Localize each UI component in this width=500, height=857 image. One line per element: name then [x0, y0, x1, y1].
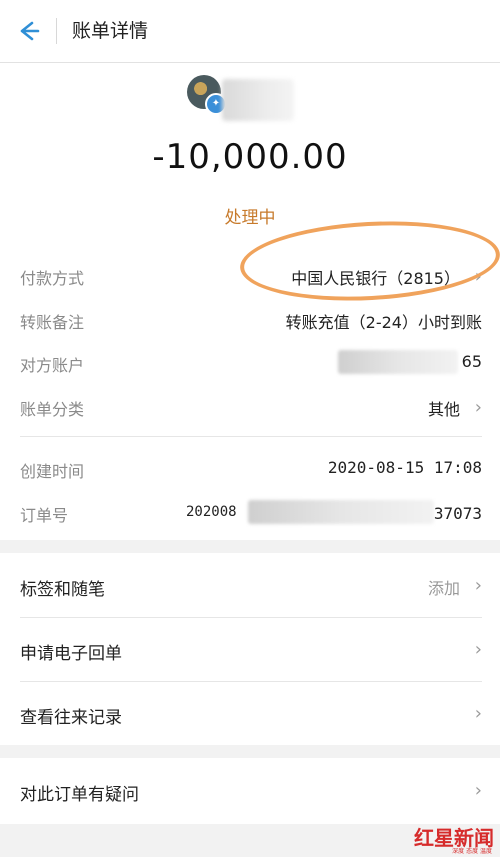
chevron-right-icon: › [474, 703, 482, 724]
order-number-prefix: 202008 [186, 504, 237, 520]
watermark-slogan: 深度 态度 温度 [452, 848, 492, 855]
row-order-number[interactable]: 订单号 202008 37073 [20, 498, 482, 528]
row-label: 对方账户 [20, 356, 85, 375]
category-value: 其他 [427, 400, 460, 419]
row-label: 账单分类 [20, 400, 85, 419]
order-question-item[interactable]: 对此订单有疑问 › [20, 776, 482, 806]
chevron-right-icon: › [474, 397, 482, 418]
row-category[interactable]: 账单分类 其他 › [20, 392, 482, 422]
actions-card: 标签和随笔 添加 › 申请电子回单 › 查看往来记录 › [0, 553, 500, 745]
question-card: 对此订单有疑问 › [0, 758, 500, 824]
chevron-right-icon: › [474, 575, 482, 596]
payee-name-redacted [222, 79, 294, 121]
account-redacted [338, 350, 458, 374]
counterparty-value: 65 [461, 352, 482, 371]
app-header: 账单详情 [0, 0, 500, 63]
section-divider [20, 436, 482, 437]
item-label: 申请电子回单 [20, 644, 122, 664]
created-time-value: 2020-08-15 17:08 [327, 458, 482, 477]
item-divider [20, 681, 482, 682]
page-title: 账单详情 [72, 20, 149, 42]
transfer-note-value: 转账充值（2-24）小时到账 [285, 313, 482, 332]
chevron-right-icon: › [474, 780, 482, 801]
row-created-time: 创建时间 2020-08-15 17:08 [20, 454, 482, 484]
row-counterparty: 对方账户 65 [20, 348, 482, 378]
chevron-right-icon: › [474, 639, 482, 660]
bill-amount: -10,000.00 [152, 137, 348, 177]
order-number-redacted [248, 500, 434, 524]
tags-notes-item[interactable]: 标签和随笔 添加 › [20, 571, 482, 601]
row-transfer-note: 转账备注 转账充值（2-24）小时到账 [20, 305, 482, 335]
back-button[interactable] [12, 15, 44, 47]
row-label: 创建时间 [20, 462, 85, 481]
add-label: 添加 [427, 579, 460, 598]
item-label: 标签和随笔 [20, 580, 105, 600]
row-label: 订单号 [20, 506, 69, 525]
item-divider [20, 617, 482, 618]
order-number-suffix: 37073 [433, 504, 482, 523]
history-item[interactable]: 查看往来记录 › [20, 699, 482, 729]
e-receipt-item[interactable]: 申请电子回单 › [20, 635, 482, 665]
item-label: 对此订单有疑问 [20, 785, 139, 805]
item-label: 查看往来记录 [20, 708, 122, 728]
header-separator [56, 18, 57, 44]
arrow-left-icon [20, 21, 40, 41]
row-label: 付款方式 [20, 269, 85, 288]
row-label: 转账备注 [20, 313, 85, 332]
